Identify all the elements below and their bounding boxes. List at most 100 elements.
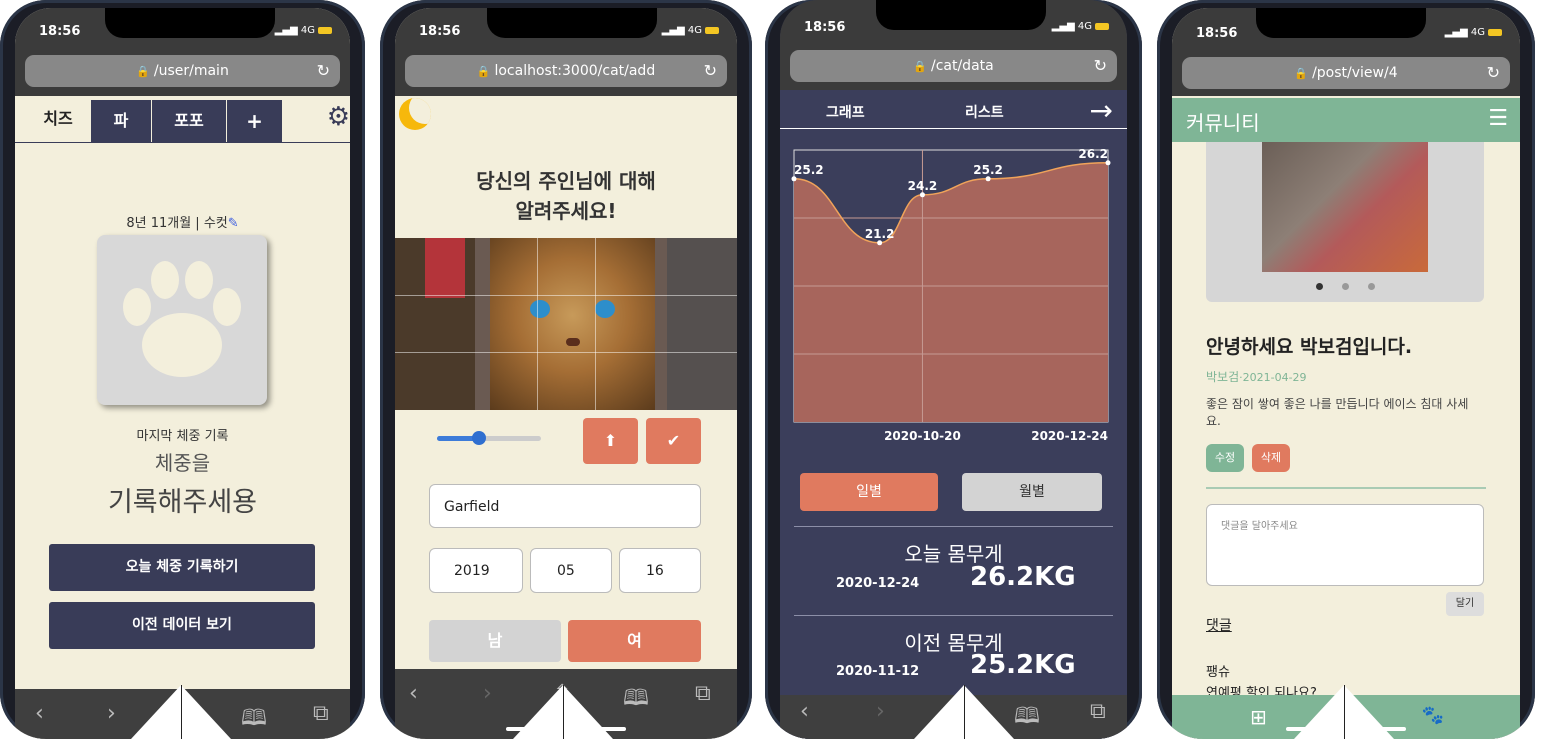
tab-add[interactable]: + <box>227 100 282 142</box>
name-input[interactable]: Garfield <box>429 484 701 528</box>
reload-icon[interactable]: ↻ <box>1487 57 1500 89</box>
phone-frame-2: 18:56 ▂▄▆ 4G 🔒 localhost:3000/cat/add ↻ 당신… <box>380 0 752 739</box>
bookmarks-icon[interactable]: 🕮 <box>241 701 267 739</box>
moon-icon[interactable] <box>399 98 431 130</box>
zoom-slider[interactable] <box>437 431 541 445</box>
confirm-button[interactable]: ✔ <box>646 418 701 464</box>
battery-icon <box>318 26 332 34</box>
data-point <box>919 192 925 198</box>
carousel-dot[interactable] <box>1342 283 1349 290</box>
year-input[interactable]: 2019 <box>429 548 523 593</box>
submit-comment-button[interactable]: 달기 <box>1446 592 1484 616</box>
tab-cat-1[interactable]: 치즈 <box>25 96 91 142</box>
cat-avatar[interactable] <box>97 235 267 405</box>
url-text: /post/view/4 <box>1312 65 1398 81</box>
history-button[interactable]: 이전 데이터 보기 <box>49 602 315 649</box>
edit-icon[interactable]: ✎ <box>228 216 239 231</box>
x-tick-label: 2020-12-24 <box>1031 429 1108 443</box>
heading: 당신의 주인님에 대해 알려주세요! <box>395 166 737 226</box>
record-weight-button[interactable]: 오늘 체중 기록하기 <box>49 544 315 591</box>
notch <box>1256 8 1426 38</box>
carousel-dot-active[interactable] <box>1316 283 1323 290</box>
reload-icon[interactable]: ↻ <box>1094 50 1107 82</box>
bookmarks-icon[interactable]: 🕮 <box>623 681 649 719</box>
tab-label: 파 <box>113 111 129 130</box>
photo-carousel[interactable] <box>1206 142 1484 302</box>
tab-list[interactable]: 리스트 <box>965 102 1004 122</box>
divider <box>1206 487 1486 489</box>
male-button[interactable]: 남 <box>429 620 561 662</box>
today-weight: 26.2KG <box>970 562 1076 592</box>
prev-date: 2020-11-12 <box>836 664 920 679</box>
today-date: 2020-12-24 <box>836 576 920 591</box>
comments-heading: 댓글 <box>1206 618 1232 634</box>
next-arrow-icon[interactable]: → <box>1090 94 1113 127</box>
upload-button[interactable]: ⬆ <box>583 418 638 464</box>
month-input[interactable]: 05 <box>530 548 612 593</box>
tab-label: 치즈 <box>43 109 73 128</box>
monthly-button[interactable]: 월별 <box>962 473 1102 511</box>
status-time: 18:56 <box>1196 26 1238 41</box>
lock-icon: 🔒 <box>136 65 150 78</box>
phone-frame-3: 18:56 ▂▄▆ 4G 🔒/cat/data ↻ 그래프 리스트 → 25.2 2… <box>765 0 1142 739</box>
tab-cat-2[interactable]: 파 <box>91 100 151 142</box>
name-value: Garfield <box>444 499 500 515</box>
forward-icon[interactable]: › <box>876 699 885 724</box>
url-bar[interactable]: 🔒 localhost:3000/cat/add ↻ <box>405 55 727 87</box>
prev-weight: 25.2KG <box>970 650 1076 680</box>
year-value: 2019 <box>454 563 490 579</box>
post-meta: 박보검·2021-04-29 <box>1206 368 1307 385</box>
status-time: 18:56 <box>419 24 461 39</box>
bookmarks-icon[interactable]: 🕮 <box>1014 699 1040 737</box>
menu-icon[interactable]: ☰ <box>1488 106 1508 131</box>
back-icon[interactable]: ‹ <box>35 701 44 726</box>
last-weight-label: 마지막 체중 기록 <box>136 429 229 444</box>
female-button[interactable]: 여 <box>568 620 701 662</box>
network-label: 4G <box>1470 27 1485 38</box>
post-author[interactable]: 박보검 <box>1206 370 1239 384</box>
battery-icon <box>1488 28 1502 36</box>
tabs-icon[interactable]: ⧉ <box>313 701 329 726</box>
day-input[interactable]: 16 <box>619 548 701 593</box>
cat-photo-cropper[interactable] <box>395 238 737 410</box>
back-icon[interactable]: ‹ <box>409 681 418 706</box>
back-icon[interactable]: ‹ <box>800 699 809 724</box>
edit-post-button[interactable]: 수정 <box>1206 444 1244 472</box>
lock-icon: 🔒 <box>476 65 491 78</box>
content: 커뮤니티 ☰ 안녕하세요 박보검입니다. 박보검·2021-04-29 좋은 잠… <box>1172 98 1520 739</box>
post-title: 안녕하세요 박보검입니다. <box>1206 336 1413 358</box>
carousel-dot[interactable] <box>1368 283 1375 290</box>
tabs-icon[interactable]: ⧉ <box>695 681 711 706</box>
tab-graph[interactable]: 그래프 <box>826 102 865 122</box>
reload-icon[interactable]: ↻ <box>704 55 717 87</box>
zoom-slider-thumb[interactable] <box>471 431 486 445</box>
phone-frame-1: 18:56 ▂▄▆ 4G 🔒/user/main ↻ 치즈 파 포포 + ⚙ 8년… <box>0 0 365 739</box>
touch-cursor <box>1294 685 1394 739</box>
settings-gear-icon[interactable]: ⚙ <box>327 102 350 132</box>
weight-line-1: 체중을 <box>154 451 211 475</box>
url-bar[interactable]: 🔒/cat/data ↻ <box>790 50 1117 82</box>
battery-icon <box>705 26 719 34</box>
forward-icon[interactable]: › <box>107 701 116 726</box>
touch-cursor <box>513 685 613 739</box>
tabs-icon[interactable]: ⧉ <box>1090 699 1106 724</box>
add-post-icon[interactable]: ⊞ <box>1250 705 1267 729</box>
age-sex-label: 8년 11개월 | 수컷✎ <box>15 212 350 231</box>
forward-icon[interactable]: › <box>483 681 492 706</box>
delete-post-button[interactable]: 삭제 <box>1252 444 1290 472</box>
post-body: 좋은 잠이 쌓여 좋은 나를 만듭니다 에이스 침대 사세요. <box>1206 397 1469 428</box>
daily-button[interactable]: 일별 <box>800 473 938 511</box>
tab-label: 포포 <box>174 111 204 130</box>
heading-line-2: 알려주세요! <box>515 199 617 223</box>
url-bar[interactable]: 🔒/post/view/4 ↻ <box>1182 57 1510 89</box>
x-tick-label: 2020-10-20 <box>884 429 961 443</box>
paw-nav-icon[interactable]: 🐾 <box>1422 705 1444 726</box>
url-bar[interactable]: 🔒/user/main ↻ <box>25 55 340 87</box>
check-icon: ✔ <box>666 431 681 450</box>
comment-textarea[interactable]: 댓글을 달아주세요 <box>1206 504 1484 586</box>
tab-cat-3[interactable]: 포포 <box>152 100 226 142</box>
reload-icon[interactable]: ↻ <box>317 55 330 87</box>
notch <box>487 8 657 38</box>
status-time: 18:56 <box>804 20 846 35</box>
divider <box>794 526 1113 527</box>
